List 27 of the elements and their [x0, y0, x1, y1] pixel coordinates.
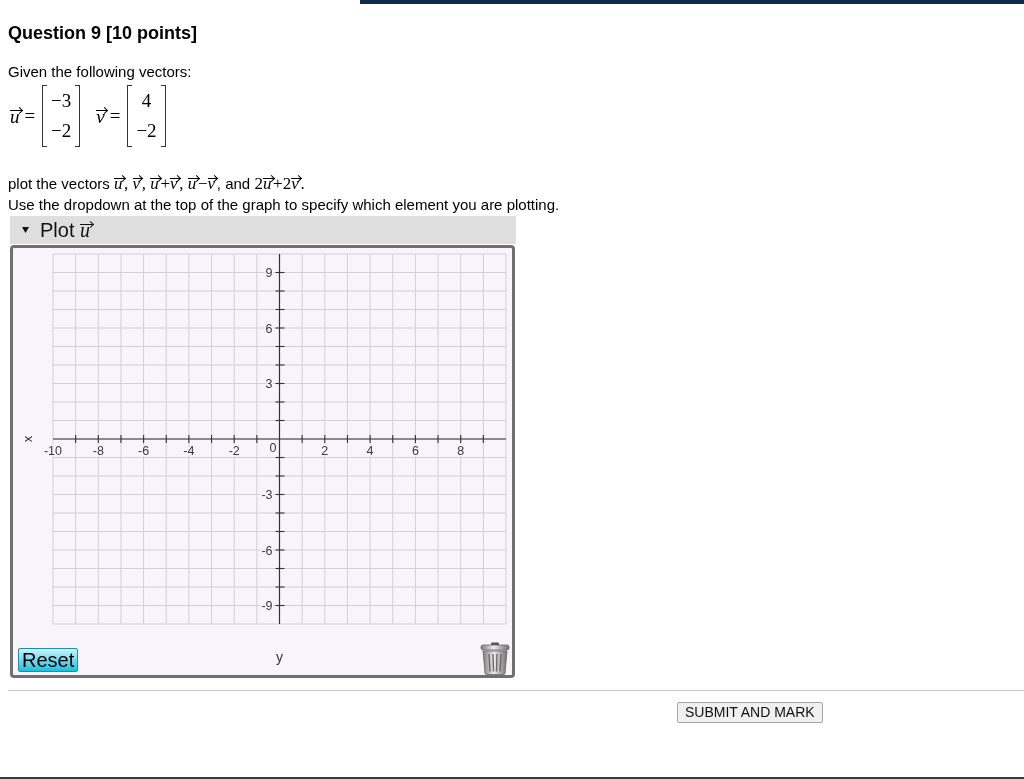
intro-text: Given the following vectors:	[8, 63, 192, 80]
tick-label: 4	[366, 444, 374, 458]
tick-label: -4	[183, 444, 195, 458]
note-text: Use the dropdown at the top of the graph to specify which element you are plotting.	[8, 196, 560, 213]
tick-label: -2	[228, 444, 240, 458]
tick-label: -6	[138, 444, 150, 458]
tick-label: 0	[269, 441, 277, 455]
submit-button[interactable]: SUBMIT AND MARK	[677, 702, 823, 723]
tick-label: 8	[457, 444, 465, 458]
plot-dropdown[interactable]: Plot u	[10, 216, 516, 244]
tick-label: -6	[261, 543, 273, 558]
tick-label: -10	[43, 444, 63, 458]
tick-label: 9	[265, 266, 273, 280]
trash-icon[interactable]	[480, 642, 510, 675]
question-title: Question 9 [10 points]	[8, 23, 198, 44]
caret-icon	[22, 227, 29, 233]
tick-label: -9	[261, 599, 273, 613]
tick-label: -8	[92, 444, 104, 458]
instruction-text: plot the vectors u, v, u+v, u−v, and 2u+2v.	[8, 173, 305, 195]
tick-label: 6	[411, 444, 419, 458]
tick-label: 3	[265, 377, 273, 391]
axis-label: y	[276, 649, 283, 665]
tick-label: 6	[265, 321, 273, 336]
reset-button[interactable]: Reset	[18, 648, 79, 672]
axis-label: x	[20, 435, 35, 443]
tick-label: -3	[261, 488, 273, 502]
tick-label: 2	[321, 444, 329, 458]
